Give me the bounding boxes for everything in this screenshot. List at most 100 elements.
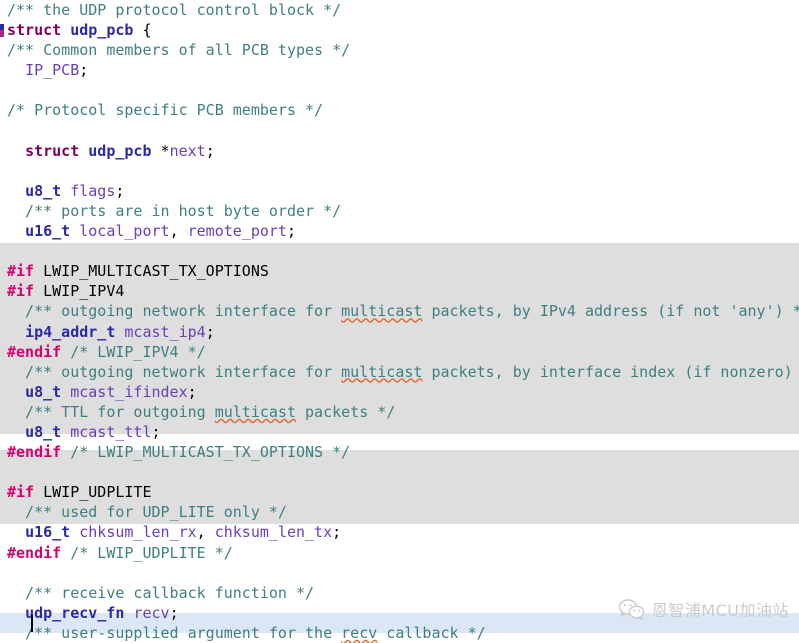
- code-line[interactable]: /** TTL for outgoing multicast packets *…: [0, 402, 799, 422]
- code-line[interactable]: [0, 80, 799, 100]
- code-token-plain: ;: [115, 181, 125, 200]
- code-token-var: chksum_len_tx: [214, 523, 333, 542]
- code-token-typ: u16_t: [25, 523, 71, 542]
- code-token-pp: #if: [7, 262, 35, 281]
- code-line[interactable]: /** outgoing network interface for multi…: [0, 362, 799, 382]
- code-token-plain: LWIP_IPV4: [34, 282, 125, 301]
- code-line[interactable]: [0, 462, 799, 482]
- code-token-pp: #endif: [7, 342, 62, 361]
- code-line[interactable]: /** ports are in host byte order */: [0, 201, 799, 221]
- code-line[interactable]: /** Common members of all PCB types */: [0, 40, 799, 60]
- code-token-plain: LWIP_UDPLITE: [34, 483, 152, 502]
- code-line[interactable]: [0, 121, 799, 141]
- code-token-typ: udp_recv_fn: [25, 603, 125, 622]
- code-token-var: mcast_ttl: [70, 422, 152, 441]
- code-token-var: local_port: [79, 222, 170, 241]
- code-token-cmt: packets */: [296, 402, 396, 421]
- code-token-sp: multicast: [214, 402, 296, 421]
- code-token-typ: ip4_addr_t: [25, 322, 116, 341]
- code-token-typ: udp_pcb: [70, 21, 134, 40]
- code-line[interactable]: #endif /* LWIP_UDPLITE */: [0, 543, 799, 563]
- code-token-kw: struct: [7, 21, 62, 40]
- code-line[interactable]: u8_t flags;: [0, 181, 799, 201]
- wechat-icon: [618, 598, 645, 620]
- code-line[interactable]: /** outgoing network interface for multi…: [0, 301, 799, 321]
- code-token-cmt: /** used for UDP_LITE only */: [7, 503, 287, 522]
- code-token-pp: #endif: [7, 543, 62, 562]
- code-line[interactable]: #if LWIP_IPV4: [0, 281, 799, 301]
- code-token-plain: ;: [187, 382, 197, 401]
- code-token-sp: multicast: [341, 362, 423, 381]
- code-token-typ: u16_t: [25, 222, 71, 241]
- code-token-cmt: packets, by interface index (if nonzero)…: [422, 362, 799, 381]
- code-token-plain: {: [133, 21, 152, 40]
- code-token-var: mcast_ip4: [124, 322, 206, 341]
- code-line[interactable]: ip4_addr_t mcast_ip4;: [0, 322, 799, 342]
- code-line[interactable]: [0, 563, 799, 583]
- code-line[interactable]: /** used for UDP_LITE only */: [0, 502, 799, 522]
- code-line[interactable]: u8_t mcast_ifindex;: [0, 382, 799, 402]
- code-token-var: chksum_len_rx: [79, 523, 197, 542]
- code-token-typ: u8_t: [25, 382, 62, 401]
- code-token-cmt: /* Protocol specific PCB members */: [7, 101, 324, 120]
- code-token-cmt: /* LWIP_MULTICAST_TX_OPTIONS */: [61, 443, 351, 462]
- code-token-cmt: /** receive callback function */: [7, 583, 315, 602]
- code-token-cmt: packets, by IPv4 address (if not 'any') …: [422, 302, 799, 321]
- code-line[interactable]: [0, 241, 799, 261]
- code-token-plain: *: [151, 141, 170, 160]
- code-token-cmt: /** Common members of all PCB types */: [7, 41, 351, 60]
- gutter-change-marker: [0, 24, 4, 37]
- code-token-plain: ;: [205, 141, 215, 160]
- code-line[interactable]: /* Protocol specific PCB members */: [0, 100, 799, 120]
- code-line[interactable]: #endif /* LWIP_IPV4 */: [0, 342, 799, 362]
- code-text-area[interactable]: /** the UDP protocol control block */str…: [0, 0, 799, 643]
- code-token-var: next: [169, 141, 206, 160]
- code-token-typ: u8_t: [25, 422, 62, 441]
- code-line[interactable]: #if LWIP_MULTICAST_TX_OPTIONS: [0, 261, 799, 281]
- code-line[interactable]: IP_PCB;: [0, 60, 799, 80]
- code-token-typ: u8_t: [25, 181, 62, 200]
- code-line[interactable]: struct udp_pcb *next;: [0, 141, 799, 161]
- code-token-sp: multicast: [341, 302, 423, 321]
- code-token-var: IP_PCB: [25, 61, 80, 80]
- code-token-plain: ,: [196, 523, 215, 542]
- code-line[interactable]: #if LWIP_UDPLITE: [0, 482, 799, 502]
- code-line[interactable]: u16_t local_port, remote_port;: [0, 221, 799, 241]
- code-line[interactable]: [0, 161, 799, 181]
- watermark-label: 恩智浦MCU加油站: [651, 601, 789, 620]
- code-token-pp: #if: [7, 483, 35, 502]
- code-token-cmt: /* LWIP_UDPLITE */: [61, 543, 233, 562]
- code-editor-screenshot: /** the UDP protocol control block */str…: [0, 0, 799, 643]
- code-token-cmt: /* LWIP_IPV4 */: [61, 342, 206, 361]
- code-token-var: recv: [133, 603, 170, 622]
- code-token-plain: ,: [169, 222, 188, 241]
- code-token-cmt: /** ports are in host byte order */: [7, 201, 342, 220]
- code-line[interactable]: #endif /* LWIP_MULTICAST_TX_OPTIONS */: [0, 442, 799, 462]
- wechat-watermark: 恩智浦MCU加油站: [618, 597, 789, 621]
- code-token-plain: ;: [286, 222, 296, 241]
- code-line[interactable]: u8_t mcast_ttl;: [0, 422, 799, 442]
- code-token-cmt: /** TTL for outgoing: [7, 402, 215, 421]
- code-token-cmt: /** user-supplied argument for the: [7, 623, 342, 642]
- code-line[interactable]: /** user-supplied argument for the recv …: [0, 623, 799, 643]
- code-line[interactable]: struct udp_pcb {: [0, 20, 799, 40]
- code-token-cmt: /** the UDP protocol control block */: [7, 1, 342, 19]
- code-line[interactable]: /** the UDP protocol control block */: [0, 0, 799, 20]
- code-line[interactable]: u16_t chksum_len_rx, chksum_len_tx;: [0, 522, 799, 542]
- code-token-cmt: /** outgoing network interface for: [7, 362, 342, 381]
- code-token-plain: ;: [79, 61, 89, 80]
- code-token-var: flags: [70, 181, 116, 200]
- code-token-pp: #endif: [7, 443, 62, 462]
